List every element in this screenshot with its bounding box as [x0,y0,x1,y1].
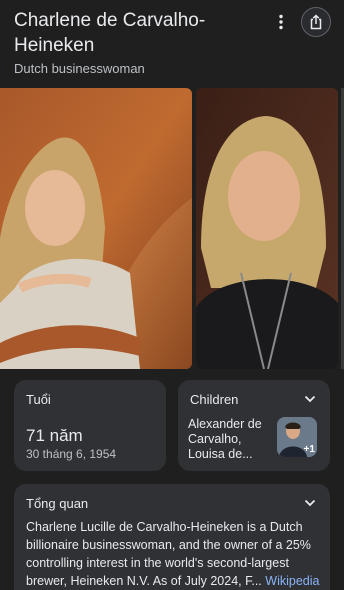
more-vert-icon [279,14,283,30]
portrait-image-2 [196,88,338,369]
more-children-count: +1 [303,444,315,455]
chevron-down-icon[interactable] [303,496,317,510]
portrait-photo-2[interactable] [196,88,338,369]
portrait-image-1 [0,88,192,369]
children-label: Children [190,392,239,407]
entity-title: Charlene de Carvalho-Heineken [14,10,206,56]
share-button[interactable] [301,7,331,37]
children-card[interactable]: Children Alexander de Carvalho, Louisa d… [178,380,330,471]
more-options-button[interactable] [268,8,294,36]
child-thumbnail[interactable]: +1 [277,417,317,457]
overview-label: Tổng quan [26,496,89,511]
share-icon [310,14,322,30]
age-label: Tuổi [26,392,51,407]
age-card[interactable]: Tuổi 71 năm 30 tháng 6, 1954 [14,380,166,471]
entity-header: Charlene de Carvalho-Heineken Dutch busi… [0,0,344,86]
wikipedia-link[interactable]: Wikipedia [265,574,319,588]
image-carousel[interactable] [0,88,344,369]
overview-card[interactable]: Tổng quan Charlene Lucille de Carvalho-H… [14,484,330,590]
chevron-down-icon[interactable] [303,392,317,406]
children-names: Alexander de Carvalho, Louisa de... [188,417,262,461]
age-value: 71 năm [26,426,83,445]
portrait-photo-1[interactable] [0,88,192,369]
overview-text: Charlene Lucille de Carvalho-Heineken is… [26,518,322,590]
birth-date: 30 tháng 6, 1954 [26,447,117,461]
entity-subtitle: Dutch businesswoman [14,61,145,76]
